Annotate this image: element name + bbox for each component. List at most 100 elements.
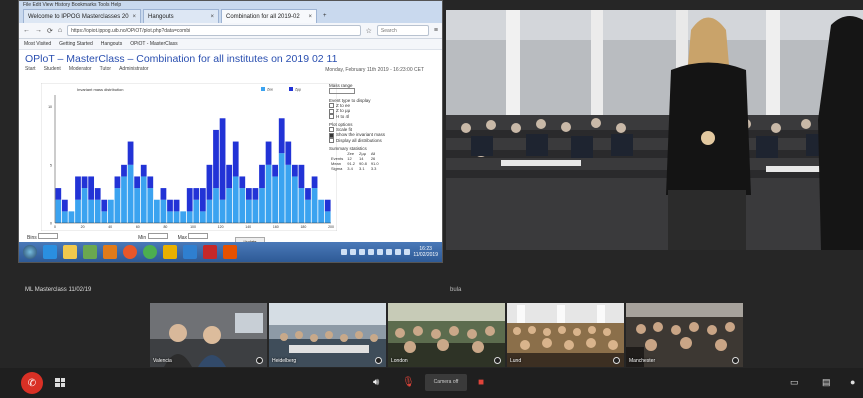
bookmark-star-icon[interactable]: ☆: [366, 27, 372, 35]
bar-Zee: [232, 176, 239, 223]
vlc-icon[interactable]: [103, 245, 117, 259]
url-bar[interactable]: https://opiot.ippog.uib.no/OPiOT/plot.ph…: [67, 25, 361, 36]
tray-icon[interactable]: [350, 249, 357, 255]
browser-menu[interactable]: File Edit View History Bookmarks Tools H…: [23, 2, 121, 8]
x-tick-label: 140: [245, 225, 251, 229]
mic-icon: [732, 357, 739, 364]
present-screen-icon[interactable]: ▭: [790, 377, 799, 388]
y-tick-label: 5: [50, 163, 52, 167]
bar-Zee: [94, 199, 101, 223]
bar-Zμμ: [259, 164, 265, 189]
new-tab-button[interactable]: +: [319, 9, 333, 23]
media-icon[interactable]: [83, 245, 97, 259]
camera-off-icon[interactable]: ■: [478, 377, 484, 388]
subnav-item[interactable]: Administrator: [119, 66, 148, 72]
max-input[interactable]: [188, 233, 209, 239]
bookmark-item[interactable]: OPiOT - MasterClass: [130, 41, 177, 47]
app-icon[interactable]: [183, 245, 197, 259]
bar-Zee: [305, 199, 311, 223]
checkbox[interactable]: [329, 113, 334, 119]
back-icon[interactable]: ←: [23, 27, 30, 34]
bar-Zμμ: [278, 118, 285, 154]
subnav-item[interactable]: Moderator: [69, 66, 92, 72]
call-controls: ✆ 🔊︎ 🎙︎ Camera off ■ ▭ ▤ ●: [0, 368, 863, 398]
start-icon[interactable]: [23, 245, 37, 259]
bar-Zee: [193, 199, 200, 223]
main-video-feed: [446, 10, 863, 250]
volume-icon[interactable]: 🔊︎: [373, 377, 379, 388]
bar-Zμμ: [298, 164, 305, 189]
tray-icon[interactable]: [386, 249, 393, 255]
office-icon[interactable]: [223, 245, 237, 259]
bar-Zμμ: [232, 141, 239, 177]
bar-Zee: [272, 176, 279, 223]
bookmark-item[interactable]: Most Visited: [24, 41, 51, 47]
checkbox-label: Scale fit: [336, 126, 353, 132]
bookmark-item[interactable]: Hangouts: [101, 41, 122, 47]
participant-thumbnail[interactable]: Lund: [507, 303, 624, 367]
camera-status[interactable]: Camera off: [425, 374, 467, 391]
chrome-icon[interactable]: [143, 245, 157, 259]
close-icon[interactable]: ×: [210, 14, 214, 20]
settings-icon[interactable]: ●: [850, 377, 855, 387]
checkbox[interactable]: [329, 132, 334, 138]
participant-thumbnail[interactable]: London: [388, 303, 505, 367]
legend-swatch: [289, 87, 293, 91]
bar-Zμμ: [88, 176, 95, 200]
x-tick-label: 160: [273, 225, 279, 229]
firefox-icon[interactable]: [123, 245, 137, 259]
settings-icon[interactable]: [163, 245, 177, 259]
checkbox[interactable]: [329, 108, 334, 114]
x-tick-label: 40: [108, 225, 112, 229]
menu-icon[interactable]: ≡: [434, 27, 438, 34]
bar-Zee: [75, 199, 81, 223]
participant-thumbnail[interactable]: Manchester: [626, 303, 743, 367]
close-icon[interactable]: ×: [308, 14, 312, 20]
reload-icon[interactable]: ⟳: [47, 27, 53, 35]
participant-thumbnail[interactable]: Valencia: [150, 303, 267, 367]
bins-input[interactable]: [38, 233, 59, 239]
tray-icon[interactable]: [395, 249, 402, 255]
layout-button[interactable]: [55, 378, 65, 387]
subnav-item[interactable]: Start: [25, 66, 36, 72]
subnav-item[interactable]: Student: [44, 66, 61, 72]
explorer-icon[interactable]: [63, 245, 77, 259]
tray-icon[interactable]: [404, 249, 411, 255]
bar-Zμμ: [213, 129, 219, 189]
bar-Zee: [259, 188, 265, 223]
hangup-button[interactable]: ✆: [21, 372, 43, 394]
taskbar-clock[interactable]: 16:23 11/02/2019: [413, 246, 438, 258]
x-tick-label: 0: [54, 225, 56, 229]
paint-icon[interactable]: [203, 245, 217, 259]
checkbox[interactable]: [329, 137, 334, 143]
bookmark-item[interactable]: Getting Started: [59, 41, 93, 47]
tray-icon[interactable]: [377, 249, 384, 255]
tray-icon[interactable]: [341, 249, 348, 255]
browser-tab[interactable]: Hangouts ×: [143, 9, 219, 23]
mic-muted-icon[interactable]: 🎙︎: [402, 377, 415, 388]
search-input[interactable]: [376, 25, 429, 36]
forward-icon[interactable]: →: [35, 27, 42, 34]
home-icon[interactable]: ⌂: [58, 27, 62, 34]
page-date: Monday, February 11th 2019 - 16:23:00 CE…: [325, 67, 424, 73]
page-title: OPloT – MasterClass – Combination for al…: [25, 53, 338, 65]
min-input[interactable]: [147, 233, 168, 239]
mic-icon: [494, 357, 501, 364]
bar-Zee: [245, 199, 252, 223]
tab-label: Hangouts: [148, 13, 174, 20]
browser-tab-active[interactable]: Combination for all 2019-02 ×: [221, 9, 317, 23]
chat-icon[interactable]: ▤: [822, 377, 831, 388]
bar-Zee: [140, 176, 147, 223]
subnav-item[interactable]: Tutor: [100, 66, 111, 72]
participant-thumbnail[interactable]: Heidelberg: [269, 303, 386, 367]
participant-name: Lund: [510, 358, 522, 364]
browser-tabbar: File Edit View History Bookmarks Tools H…: [19, 1, 442, 23]
mass-range-select[interactable]: [329, 88, 355, 94]
tray-icon[interactable]: [368, 249, 375, 255]
ie-icon[interactable]: [43, 245, 57, 259]
browser-tab[interactable]: Welcome to IPPOG Masterclasses 20 ×: [23, 9, 141, 23]
grid-cell: [60, 383, 65, 387]
checkbox-label: Display all distributions: [336, 137, 382, 143]
tray-icon[interactable]: [359, 249, 366, 255]
close-icon[interactable]: ×: [132, 14, 136, 20]
